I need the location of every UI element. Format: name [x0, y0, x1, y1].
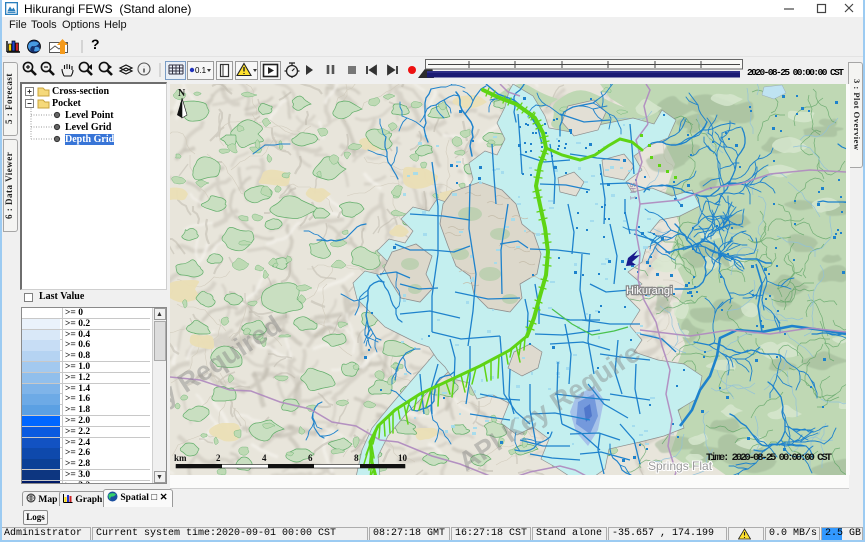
svg-text:8: 8	[354, 453, 359, 463]
svg-text:Springs Flat: Springs Flat	[648, 459, 713, 473]
svg-text:Hikurangi: Hikurangi	[626, 285, 672, 297]
svg-text:6: 6	[308, 453, 313, 463]
svg-text:0.1: 0.1	[195, 66, 207, 75]
svg-text:N: N	[178, 88, 186, 99]
svg-text:Time: 2020-08-25 00:00:00 CST: Time: 2020-08-25 00:00:00 CST	[706, 452, 832, 464]
svg-text:km: km	[174, 453, 187, 463]
svg-text:4: 4	[262, 453, 267, 463]
svg-text:10: 10	[398, 453, 408, 463]
svg-text:2020-08-25 00:00:00 CST: 2020-08-25 00:00:00 CST	[747, 67, 844, 78]
svg-text:SH 1: SH 1	[628, 182, 638, 201]
svg-text:2: 2	[216, 453, 221, 463]
